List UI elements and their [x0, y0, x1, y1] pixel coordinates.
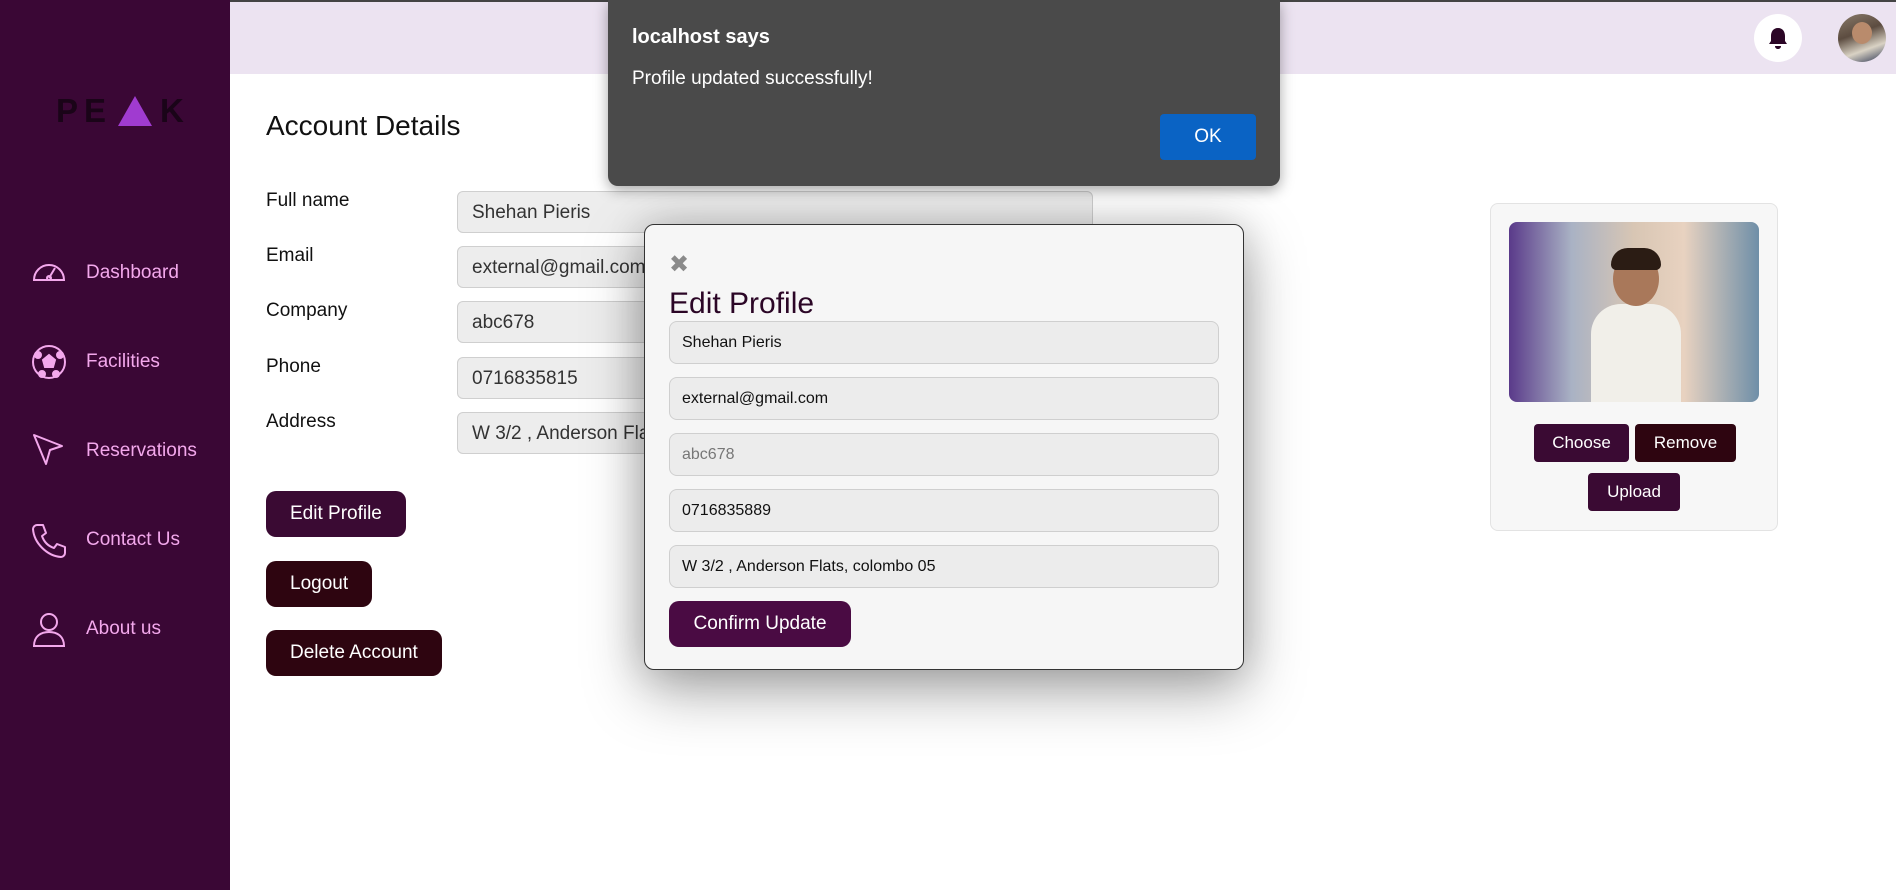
sidebar: PE K Dashboard Facilities Reservations C…: [0, 0, 230, 890]
modal-name-input[interactable]: [669, 321, 1219, 364]
cursor-arrow-icon: [33, 434, 63, 465]
sidebar-item-dashboard[interactable]: Dashboard: [30, 254, 179, 292]
sidebar-item-label: Contact Us: [86, 529, 180, 550]
modal-address-input[interactable]: [669, 545, 1219, 588]
modal-company-input[interactable]: [669, 433, 1219, 476]
avatar-icon[interactable]: [1838, 14, 1886, 62]
edit-profile-button[interactable]: Edit Profile: [266, 491, 406, 537]
company-label: Company: [266, 300, 348, 321]
browser-alert-dialog: localhost says Profile updated successfu…: [608, 0, 1280, 186]
email-label: Email: [266, 245, 314, 266]
alert-ok-button[interactable]: OK: [1160, 114, 1256, 160]
choose-photo-button[interactable]: Choose: [1534, 424, 1629, 462]
page-title: Account Details: [266, 110, 461, 141]
modal-title: Edit Profile: [669, 287, 815, 320]
profile-photo-card: Choose Remove Upload: [1490, 203, 1778, 531]
phone-label: Phone: [266, 356, 321, 377]
logout-button[interactable]: Logout: [266, 561, 373, 607]
full-name-label: Full name: [266, 190, 350, 211]
address-label: Address: [266, 411, 336, 432]
close-icon[interactable]: ✖: [669, 253, 689, 277]
sidebar-item-label: Facilities: [86, 351, 160, 372]
sidebar-item-about-us[interactable]: About us: [30, 610, 161, 648]
profile-photo: [1509, 222, 1759, 402]
phone-icon: [32, 524, 66, 558]
gauge-icon: [32, 264, 66, 281]
sidebar-item-label: About us: [86, 618, 161, 639]
sidebar-item-contact-us[interactable]: Contact Us: [30, 521, 180, 559]
edit-profile-modal: ✖ Edit Profile Confirm Update: [644, 224, 1244, 670]
notification-button[interactable]: [1754, 14, 1802, 62]
modal-phone-input[interactable]: [669, 489, 1219, 532]
sidebar-item-label: Reservations: [86, 440, 197, 461]
sidebar-item-label: Dashboard: [86, 262, 179, 283]
delete-account-button[interactable]: Delete Account: [266, 630, 442, 676]
peak-logo[interactable]: PE K: [56, 92, 190, 130]
upload-photo-button[interactable]: Upload: [1588, 473, 1680, 511]
sidebar-item-facilities[interactable]: Facilities: [30, 343, 160, 381]
remove-photo-button[interactable]: Remove: [1635, 424, 1736, 462]
person-figure: [1591, 248, 1681, 402]
alert-message: Profile updated successfully!: [632, 68, 873, 89]
user-icon: [32, 613, 66, 647]
modal-email-input[interactable]: [669, 377, 1219, 420]
soccer-ball-icon: [32, 345, 66, 379]
sidebar-item-reservations[interactable]: Reservations: [30, 432, 197, 470]
logo-text-left: PE: [56, 92, 113, 129]
logo-triangle-icon: [118, 96, 153, 126]
logo-text-right: K: [160, 92, 190, 129]
bell-icon: [1769, 28, 1787, 49]
confirm-update-button[interactable]: Confirm Update: [669, 601, 851, 647]
alert-title: localhost says: [632, 26, 770, 48]
